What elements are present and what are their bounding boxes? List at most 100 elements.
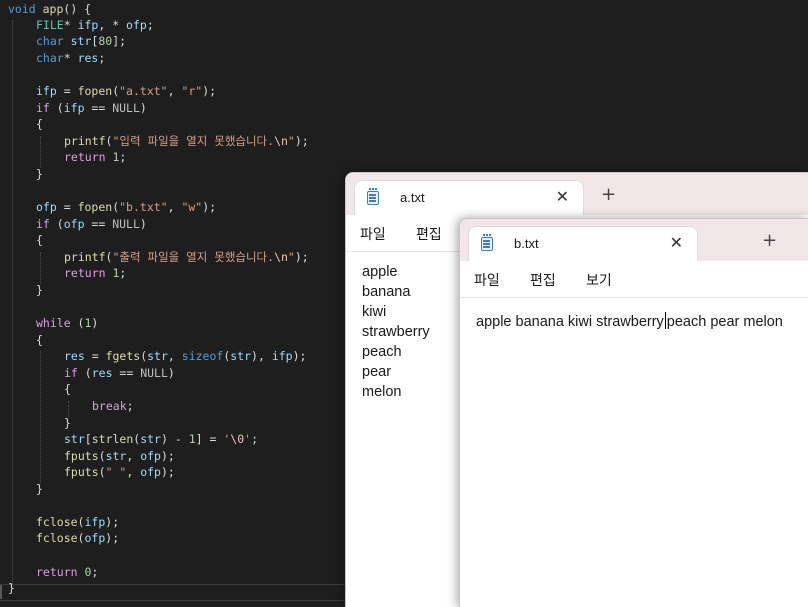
indent-guide: [40, 136, 41, 168]
code-token: (: [84, 366, 92, 380]
code-token: () {: [63, 2, 92, 16]
menu-file[interactable]: 파일: [474, 270, 500, 290]
code-token: }: [64, 416, 71, 430]
menu-edit[interactable]: 편집: [416, 224, 442, 244]
menu-view[interactable]: 보기: [586, 270, 612, 290]
tab-title: b.txt: [514, 236, 539, 251]
code-token: res: [91, 366, 113, 380]
code-token: char: [36, 34, 71, 48]
code-token: ofp: [63, 217, 85, 231]
code-token: return: [64, 150, 113, 164]
code-token: ofp: [140, 465, 161, 479]
code-token: ;: [119, 150, 127, 164]
notepad-icon: [367, 188, 379, 205]
tab-b-txt[interactable]: b.txt ✕: [468, 226, 698, 261]
code-token: ofp: [126, 18, 147, 32]
code-token: \n: [274, 134, 288, 148]
code-token: "b.txt": [119, 200, 168, 214]
text-line: melon: [362, 384, 402, 400]
code-line: {: [64, 381, 71, 397]
code-line: res = fgets(str, sizeof(str), ifp);: [64, 348, 306, 364]
code-token: str: [230, 349, 252, 363]
code-token: FILE: [36, 18, 64, 32]
code-token: );: [160, 449, 175, 463]
code-token: );: [202, 84, 217, 98]
menu-edit[interactable]: 편집: [530, 270, 556, 290]
code-token: ];: [112, 34, 127, 48]
code-token: ): [139, 101, 147, 115]
code-token: while: [36, 316, 78, 330]
code-token: , *: [98, 18, 127, 32]
code-token: 80: [98, 34, 113, 48]
close-tab-icon[interactable]: ✕: [670, 233, 683, 252]
code-token: str: [140, 432, 161, 446]
code-token: (: [98, 465, 106, 479]
code-token: {: [64, 382, 71, 396]
code-token: {: [36, 233, 43, 247]
code-token: fclose: [36, 515, 78, 529]
code-token: (: [56, 101, 64, 115]
code-token: res: [64, 349, 85, 363]
code-token: ;: [251, 432, 258, 446]
text-area[interactable]: apple banana kiwi strawberry peach pear m…: [460, 297, 808, 607]
code-line: printf("출력 파일을 열지 못했습니다.\n");: [64, 249, 309, 265]
code-token: if: [36, 217, 57, 231]
code-token: strlen: [91, 432, 134, 446]
notepad-icon: [481, 234, 493, 251]
code-token: ofp: [36, 200, 57, 214]
code-token: \0: [230, 432, 245, 446]
text-line: pear: [362, 364, 392, 380]
code-token: );: [160, 465, 175, 479]
code-token: "입력 파일을 열지 못했습니다.: [112, 134, 275, 148]
code-token: app: [42, 2, 64, 16]
code-token: ": [287, 134, 295, 148]
text-line: apple: [362, 264, 398, 280]
code-line: break;: [92, 398, 134, 414]
code-token: ): [91, 316, 99, 330]
code-line: fclose(ofp);: [36, 530, 119, 546]
text-line: banana: [362, 284, 411, 300]
code-token: \n: [274, 250, 288, 264]
code-token: " ": [105, 465, 127, 479]
code-line: char* res;: [36, 50, 105, 66]
code-token: ,: [167, 84, 182, 98]
code-token: fputs: [64, 465, 99, 479]
code-token: str: [70, 34, 92, 48]
code-line: if (ofp == NULL): [36, 216, 147, 232]
code-token: break: [92, 399, 127, 413]
code-token: ==: [84, 217, 113, 231]
tab-strip: b.txt ✕ +: [460, 219, 808, 261]
code-token: }: [36, 482, 43, 496]
code-token: }: [8, 581, 15, 595]
code-token: );: [294, 134, 309, 148]
code-token: =: [84, 349, 106, 363]
code-token: str: [105, 449, 127, 463]
code-line: ofp = fopen("b.txt", "w");: [36, 199, 216, 215]
text-line: apple banana kiwi strawberry peach pear m…: [476, 312, 783, 330]
tab-a-txt[interactable]: a.txt ✕: [354, 180, 584, 215]
new-tab-button[interactable]: +: [601, 186, 616, 204]
code-token: );: [294, 250, 309, 264]
code-token: ifp: [36, 84, 57, 98]
menu-file[interactable]: 파일: [360, 224, 386, 244]
text-line: strawberry: [362, 324, 430, 340]
code-token: return: [64, 266, 113, 280]
code-line: if (res == NULL): [64, 365, 175, 381]
code-token: ): [139, 217, 147, 231]
code-token: ) -: [160, 432, 189, 446]
code-token: );: [105, 531, 120, 545]
close-tab-icon[interactable]: ✕: [556, 187, 569, 206]
new-tab-button[interactable]: +: [762, 232, 777, 250]
code-line: ifp = fopen("a.txt", "r");: [36, 83, 216, 99]
code-line: {: [36, 332, 43, 348]
code-token: ": [287, 250, 295, 264]
code-token: }: [36, 167, 43, 181]
text-after-caret: peach pear melon: [666, 314, 783, 330]
code-token: (: [56, 217, 64, 231]
tab-title: a.txt: [400, 190, 425, 205]
text-line: kiwi: [362, 304, 387, 320]
code-token: ==: [112, 366, 141, 380]
code-token: [: [84, 432, 92, 446]
code-token: =: [56, 84, 78, 98]
code-token: ;: [119, 266, 127, 280]
